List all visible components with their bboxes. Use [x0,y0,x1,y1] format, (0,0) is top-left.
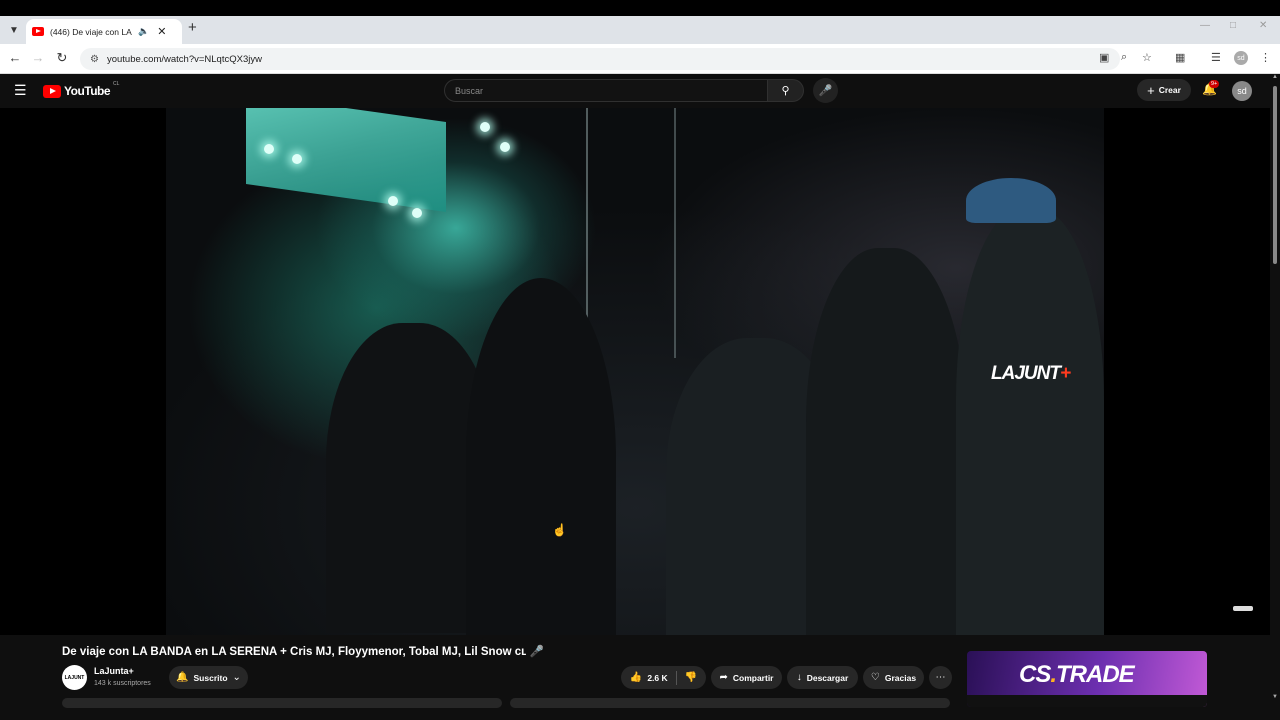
microphone-icon: 🎤 [818,85,833,97]
ad-info-strip [967,695,1207,707]
restore-icon[interactable]: □ [1230,20,1236,31]
search-icon: ⚲ [781,85,790,97]
media-controls-icon[interactable]: ☰ [1211,51,1221,64]
watermark-plus: + [1059,363,1071,384]
plus-icon: + [1147,82,1155,98]
ad-brand-part: TRADE [1056,661,1135,688]
video-frame[interactable]: LAJUNT+ [166,108,1104,635]
subscriber-count: 143 k suscriptores [94,680,151,687]
minimize-icon[interactable]: — [1200,20,1210,31]
thanks-icon: ♡ [870,672,880,683]
forward-icon[interactable]: → [29,50,47,65]
address-bar[interactable]: ⚙ youtube.com/watch?v=NLqtcQX3jyw [80,48,1120,70]
thanks-label: Gracias [884,672,917,683]
browser-menu-icon[interactable]: ⋮ [1260,51,1271,64]
speaker-icon[interactable]: 🔈 [138,26,149,37]
create-label: Crear [1158,85,1181,95]
chevron-down-icon: ⌄ [232,672,241,683]
zoom-icon[interactable]: ⌕ [1121,51,1127,64]
back-icon[interactable]: ← [6,50,24,65]
channel-avatar[interactable]: LAJUNT [62,665,87,690]
bookmark-star-icon[interactable]: ☆ [1142,51,1152,64]
share-icon: ➦ [719,672,728,683]
youtube-play-icon [43,84,61,98]
more-actions-button[interactable]: ⋯ [929,666,952,689]
site-info-icon[interactable]: ⚙ [90,54,99,65]
stage-light [480,122,490,132]
ad-brand: CS.TRADE [1019,661,1135,689]
dislike-icon[interactable]: 👎 [685,672,697,683]
stage-light [500,142,510,152]
sidebar-ad[interactable]: CS.TRADE [967,651,1207,707]
download-button[interactable]: ↓ Descargar [787,666,858,689]
stage-light [264,144,274,154]
search-box[interactable] [444,79,768,102]
description-placeholder [62,698,502,708]
search-input[interactable] [455,85,767,96]
account-avatar[interactable]: sd [1232,81,1252,101]
stage-screen [246,108,446,213]
crowd-silhouette [956,208,1104,635]
stage-truss [586,108,676,358]
scrollbar-thumb[interactable] [1273,86,1277,264]
youtube-header: ☰ YouTube CL ⚲ 🎤 + Crear 🔔 9+ sd [0,74,1270,108]
player-branding-icon[interactable] [1233,606,1253,611]
tab-strip: ▼ (446) De viaje con LA BANDA 🔈 ✕ + — □ … [0,16,1280,44]
crowd-silhouette [806,248,966,635]
crowd-silhouette [466,278,616,635]
tab-close-icon[interactable]: ✕ [157,25,166,38]
stage-light [292,154,302,164]
description-placeholder [510,698,950,708]
voice-search-button[interactable]: 🎤 [813,78,838,103]
reload-icon[interactable]: ↻ [53,50,71,66]
share-label: Compartir [732,672,774,683]
download-icon: ↓ [796,672,802,683]
top-black-bar [0,0,1280,16]
subscribed-label: Suscrito [193,672,228,683]
share-button[interactable]: ➦ Compartir [711,666,782,689]
video-player[interactable]: LAJUNT+ [0,108,1270,635]
stage-light [412,208,422,218]
url-text: youtube.com/watch?v=NLqtcQX3jyw [106,53,262,65]
create-button[interactable]: + Crear [1137,79,1191,101]
country-code: CL [113,81,120,87]
scroll-up-icon[interactable]: ▲ [1272,74,1278,80]
download-label: Descargar [806,672,849,683]
subscribed-button[interactable]: 🔔 Suscrito ⌄ [169,666,248,689]
stage-light [388,196,398,206]
more-icon: ⋯ [935,672,946,683]
like-dislike-group: 👍 2.6 K 👎 [621,666,706,689]
mouse-cursor-icon: ☝ [552,523,567,537]
youtube-logo[interactable]: YouTube CL [43,81,120,98]
notification-badge: 9+ [1209,80,1220,88]
ad-brand-part: CS [1019,661,1051,688]
channel-name[interactable]: LaJunta+ [94,666,134,676]
browser-toolbar: ← → ↻ ⚙ youtube.com/watch?v=NLqtcQX3jyw … [0,44,1280,74]
extensions-icon[interactable]: ▦ [1175,51,1185,64]
blue-cap [966,178,1056,223]
tab-search-chevron-icon[interactable]: ▼ [4,20,24,40]
watermark-text: LAJUNT [991,363,1061,384]
window-close-icon[interactable]: ✕ [1259,20,1267,31]
like-count[interactable]: 2.6 K [647,673,667,683]
bell-icon: 🔔 [176,672,189,683]
search-button[interactable]: ⚲ [767,79,804,102]
like-icon[interactable]: 👍 [630,672,642,683]
channel-watermark: LAJUNT+ [991,363,1071,385]
browser-profile-avatar[interactable]: sd [1234,51,1248,65]
scroll-down-icon[interactable]: ▼ [1272,694,1278,700]
page-scrollbar[interactable]: ▲ ▼ [1270,74,1280,720]
video-title: De viaje con LA BANDA en LA SERENA + Cri… [62,646,544,658]
menu-icon[interactable]: ☰ [14,82,27,99]
thanks-button[interactable]: ♡ Gracias [863,666,924,689]
browser-tab[interactable]: (446) De viaje con LA BANDA 🔈 ✕ [26,19,182,44]
install-app-icon[interactable]: ▣ [1099,51,1109,64]
divider [675,670,677,685]
logo-text: YouTube [64,84,111,98]
youtube-favicon-icon [32,27,44,36]
tab-title: (446) De viaje con LA BANDA [50,26,132,37]
new-tab-icon[interactable]: + [188,19,197,36]
